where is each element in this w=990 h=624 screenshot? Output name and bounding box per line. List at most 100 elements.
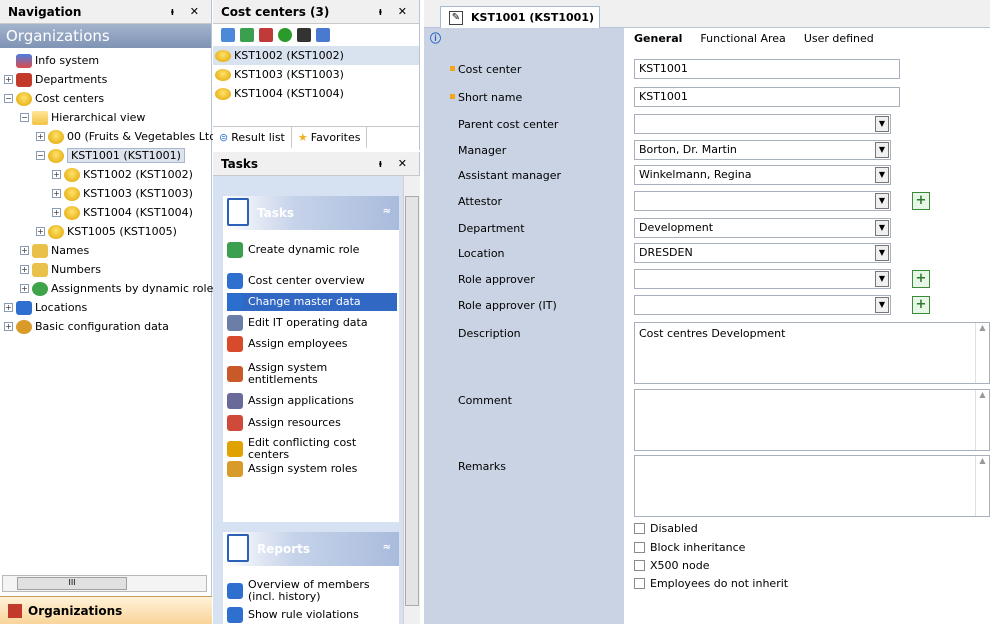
tree-item[interactable]: − Cost centers <box>4 89 104 108</box>
reports-group-header[interactable]: Reports ≈ <box>223 532 399 566</box>
short-name-input[interactable]: KST1001 <box>634 87 900 107</box>
view-icon[interactable] <box>221 28 235 42</box>
tree-item[interactable]: + KST1003 (KST1003) <box>52 184 193 203</box>
tab-general[interactable]: General <box>634 32 682 45</box>
tree-item[interactable]: + KST1002 (KST1002) <box>52 165 193 184</box>
task-item[interactable]: Assign applications <box>227 392 397 410</box>
chevron-down-icon[interactable]: ▼ <box>875 167 889 183</box>
textarea-scrollbar[interactable]: ▲ <box>975 323 989 383</box>
cost-center-input[interactable]: KST1001 <box>634 59 900 79</box>
expand-toggle-icon[interactable]: + <box>36 227 45 236</box>
scroll-thumb[interactable]: III <box>17 577 127 590</box>
task-item[interactable]: Assign system roles <box>227 460 397 478</box>
horizontal-scrollbar[interactable]: III <box>2 575 207 592</box>
tree-item[interactable]: + Assignments by dynamic role <box>20 279 213 298</box>
pin-close-controls[interactable]: ᵼ ✕ <box>171 5 205 18</box>
task-item[interactable]: Cost center overview <box>227 272 397 290</box>
task-item[interactable]: Assign resources <box>227 414 397 432</box>
list-item[interactable]: KST1004 (KST1004) <box>213 84 419 103</box>
tree-item[interactable]: − KST1001 (KST1001) <box>36 146 185 165</box>
report-item[interactable]: Show rule violations <box>227 606 397 624</box>
expand-toggle-icon[interactable]: + <box>20 265 29 274</box>
tree-item[interactable]: + KST1005 (KST1005) <box>36 222 177 241</box>
add-role-approver-button[interactable]: + <box>912 270 930 288</box>
tab-functional-area[interactable]: Functional Area <box>700 32 785 45</box>
expand-toggle-icon[interactable]: + <box>20 246 29 255</box>
department-select[interactable]: Development ▼ <box>634 218 891 238</box>
collapse-icon[interactable]: ≈ <box>383 542 391 553</box>
expand-toggle-icon[interactable]: + <box>20 284 29 293</box>
refresh-icon[interactable] <box>278 28 292 42</box>
tab-user-defined[interactable]: User defined <box>804 32 874 45</box>
assistant-manager-select[interactable]: Winkelmann, Regina ▼ <box>634 165 891 185</box>
tree-item[interactable]: + Departments <box>4 70 107 89</box>
textarea-scrollbar[interactable]: ▲ <box>975 390 989 450</box>
role-approver-select[interactable]: ▼ <box>634 269 891 289</box>
expand-toggle-icon[interactable]: − <box>4 94 13 103</box>
tree-item[interactable]: + Numbers <box>20 260 101 279</box>
export-icon[interactable] <box>316 28 330 42</box>
chevron-down-icon[interactable]: ▼ <box>875 193 889 209</box>
location-select[interactable]: DRESDEN ▼ <box>634 243 891 263</box>
role-approver-it-select[interactable]: ▼ <box>634 295 891 315</box>
expand-toggle-icon[interactable]: − <box>20 113 29 122</box>
chevron-down-icon[interactable]: ▼ <box>875 245 889 261</box>
textarea-scrollbar[interactable]: ▲ <box>975 456 989 516</box>
x500-node-checkbox[interactable]: X500 node <box>634 559 709 572</box>
expand-toggle-icon[interactable]: + <box>36 132 45 141</box>
expand-toggle-icon[interactable]: + <box>52 170 61 179</box>
tab-result-list[interactable]: ⊜ Result list <box>213 127 292 148</box>
tab-kst1001[interactable]: ✎ KST1001 (KST1001) <box>440 6 600 28</box>
add-icon[interactable] <box>240 28 254 42</box>
pin-close-controls[interactable]: ᵼ ✕ <box>379 5 413 18</box>
add-role-approver-it-button[interactable]: + <box>912 296 930 314</box>
tab-favorites[interactable]: ★ Favorites <box>292 127 368 148</box>
coin-icon <box>215 49 231 62</box>
scroll-thumb[interactable] <box>405 196 419 606</box>
chevron-down-icon[interactable]: ▼ <box>875 116 889 132</box>
report-item[interactable]: Overview of members (incl. history) <box>227 576 397 606</box>
tasks-vertical-scrollbar[interactable] <box>403 176 420 624</box>
disabled-checkbox[interactable]: Disabled <box>634 522 698 535</box>
delete-icon[interactable] <box>259 28 273 42</box>
task-item[interactable]: Assign system entitlements <box>227 359 397 389</box>
attestor-select[interactable]: ▼ <box>634 191 891 211</box>
comment-textarea[interactable]: ▲ <box>634 389 990 451</box>
employees-do-not-inherit-checkbox[interactable]: Employees do not inherit <box>634 577 788 590</box>
tree-item[interactable]: + Locations <box>4 298 87 317</box>
description-textarea[interactable]: Cost centres Development ▲ <box>634 322 990 384</box>
tree-item[interactable]: Info system <box>4 51 99 70</box>
chevron-down-icon[interactable]: ▼ <box>875 297 889 313</box>
task-item[interactable]: Edit IT operating data <box>227 314 397 332</box>
expand-toggle-icon[interactable]: − <box>36 151 45 160</box>
chevron-down-icon[interactable]: ▼ <box>875 142 889 158</box>
task-item[interactable]: Change master data <box>227 293 397 311</box>
expand-toggle-icon[interactable]: + <box>52 189 61 198</box>
tree-item[interactable]: + Names <box>20 241 89 260</box>
expand-toggle-icon[interactable]: + <box>4 303 13 312</box>
tree-item[interactable]: + KST1004 (KST1004) <box>52 203 193 222</box>
expand-toggle-icon[interactable]: + <box>4 322 13 331</box>
chevron-down-icon[interactable]: ▼ <box>875 220 889 236</box>
remarks-textarea[interactable]: ▲ <box>634 455 990 517</box>
list-item[interactable]: KST1002 (KST1002) <box>213 46 419 65</box>
task-item[interactable]: Create dynamic role <box>227 240 397 260</box>
expand-toggle-icon[interactable]: + <box>52 208 61 217</box>
organizations-tab[interactable]: Organizations <box>0 596 212 624</box>
tasks-group-header[interactable]: Tasks ≈ <box>223 196 399 230</box>
pin-close-controls[interactable]: ᵼ ✕ <box>379 157 413 170</box>
task-item[interactable]: Assign employees <box>227 335 397 353</box>
chevron-down-icon[interactable]: ▼ <box>875 271 889 287</box>
add-attestor-button[interactable]: + <box>912 192 930 210</box>
info-icon[interactable]: ⓘ <box>430 30 441 46</box>
tree-item[interactable]: − Hierarchical view <box>20 108 145 127</box>
expand-toggle-icon[interactable]: + <box>4 75 13 84</box>
parent-select[interactable]: ▼ <box>634 114 891 134</box>
search-icon[interactable] <box>297 28 311 42</box>
manager-select[interactable]: Borton, Dr. Martin ▼ <box>634 140 891 160</box>
collapse-icon[interactable]: ≈ <box>383 206 391 217</box>
tree-item[interactable]: +00 (Fruits & Vegetables Ltd <box>36 127 216 146</box>
list-item[interactable]: KST1003 (KST1003) <box>213 65 419 84</box>
block-inheritance-checkbox[interactable]: Block inheritance <box>634 541 745 554</box>
tree-item[interactable]: + Basic configuration data <box>4 317 169 336</box>
